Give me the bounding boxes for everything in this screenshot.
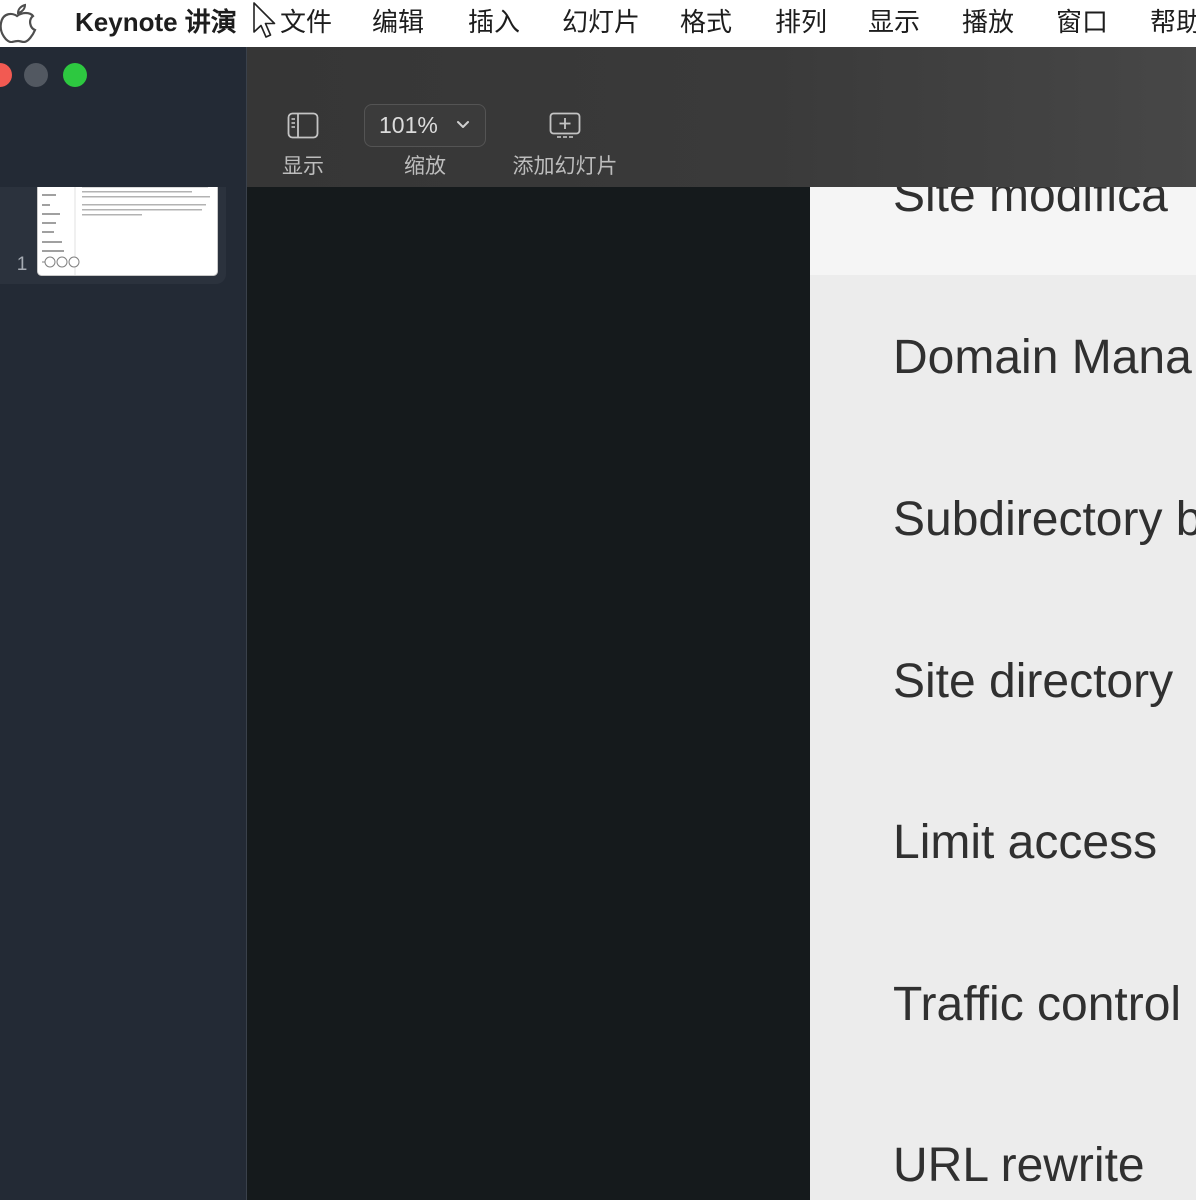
- fullscreen-button[interactable]: [63, 63, 87, 87]
- slide-text-row: Traffic control: [893, 978, 1182, 1031]
- add-slide-button[interactable]: 添加幻灯片: [503, 100, 627, 184]
- zoom-value: 101%: [379, 112, 438, 138]
- slide-text-row: Domain Mana: [893, 331, 1192, 384]
- add-slide-label: 添加幻灯片: [512, 155, 618, 178]
- menu-format[interactable]: 格式: [680, 0, 750, 47]
- slide-text-row: Subdirectory b: [893, 493, 1196, 546]
- menu-play[interactable]: 播放: [962, 0, 1032, 47]
- slide[interactable]: Site modifica Domain Mana Subdirectory b…: [810, 187, 1196, 1200]
- menu-file[interactable]: 文件: [280, 0, 350, 47]
- slide-text-row: Site directory: [893, 655, 1174, 708]
- menu-window[interactable]: 窗口: [1056, 0, 1126, 47]
- slide-number: 1: [16, 254, 28, 275]
- view-button[interactable]: 显示: [263, 100, 343, 184]
- window-titlebar: [0, 47, 246, 187]
- toolbar: 显示 101% 缩放 添加幻灯片: [247, 47, 1196, 187]
- zoom-popup-button[interactable]: 101%: [364, 104, 486, 147]
- slide-text-row: Limit access: [893, 816, 1158, 869]
- apple-logo-icon[interactable]: [0, 3, 40, 43]
- menu-app-name[interactable]: Keynote 讲演: [75, 0, 250, 47]
- slide-thumbnail[interactable]: [37, 174, 218, 276]
- menu-bar: Keynote 讲演 文件 编辑 插入 幻灯片 格式 排列 显示 播放 窗口 帮…: [0, 0, 1196, 47]
- slide-canvas[interactable]: [247, 187, 810, 1200]
- chevron-down-icon: [457, 121, 469, 128]
- slide-navigator: 1: [0, 47, 247, 1200]
- menu-view[interactable]: 显示: [868, 0, 938, 47]
- minimize-button[interactable]: [24, 63, 48, 87]
- view-label: 显示: [282, 155, 324, 178]
- menu-slide[interactable]: 幻灯片: [562, 0, 657, 47]
- zoom-control: 101% 缩放: [364, 100, 486, 184]
- sidebar-view-icon: [287, 112, 319, 139]
- menu-edit[interactable]: 编辑: [372, 0, 442, 47]
- add-slide-icon: [549, 112, 581, 138]
- mouse-cursor: [253, 2, 276, 38]
- close-button[interactable]: [0, 63, 12, 87]
- menu-help[interactable]: 帮助: [1150, 0, 1196, 47]
- zoom-label: 缩放: [404, 155, 446, 178]
- slide-text-row: Site modifica: [893, 187, 1168, 222]
- menu-insert[interactable]: 插入: [468, 0, 538, 47]
- menu-arrange[interactable]: 排列: [775, 0, 845, 47]
- slide-text-row: URL rewrite: [893, 1139, 1145, 1192]
